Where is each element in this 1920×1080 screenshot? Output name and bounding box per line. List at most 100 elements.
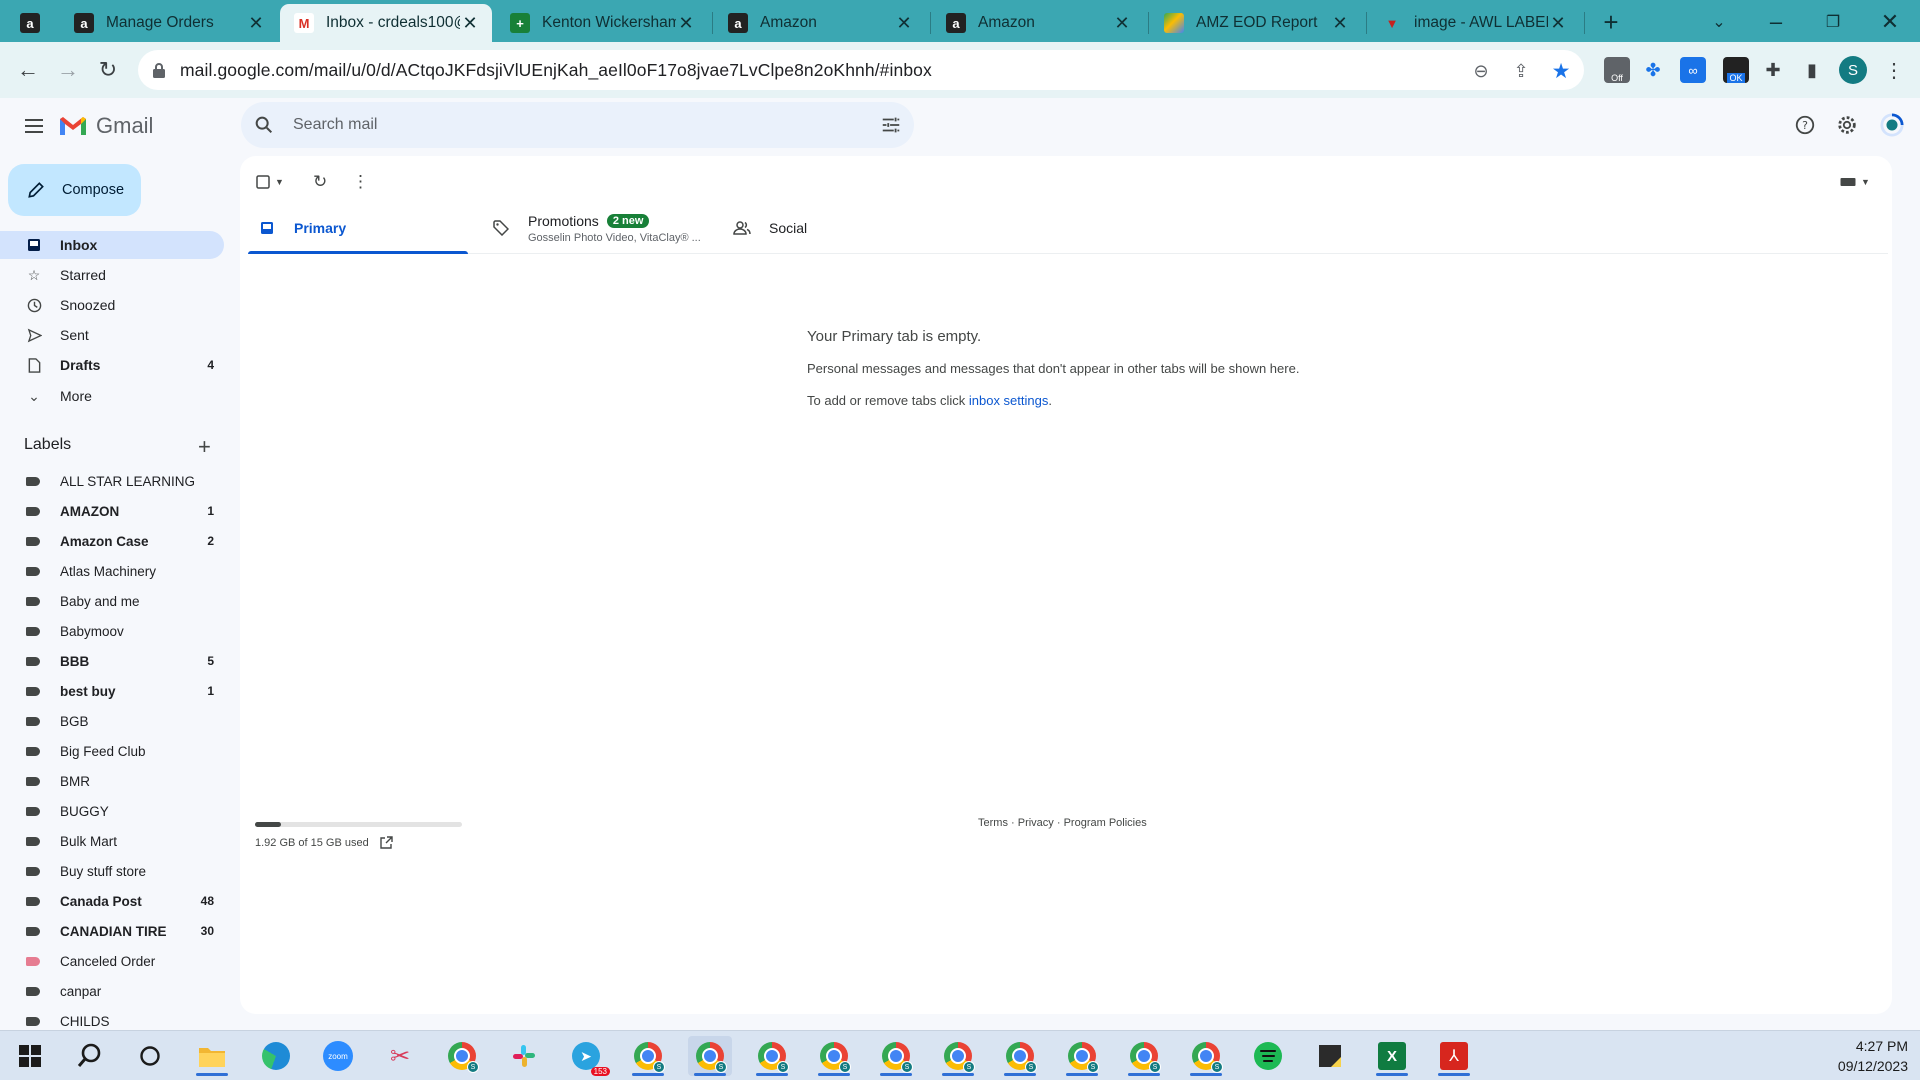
label-item[interactable]: ALL STAR LEARNING <box>0 467 224 495</box>
program-policies-link[interactable]: Program Policies <box>1064 817 1147 829</box>
slack-icon[interactable] <box>502 1036 546 1076</box>
inbox-settings-link[interactable]: inbox settings <box>969 393 1049 408</box>
gmail-logo[interactable]: Gmail <box>58 113 153 139</box>
label-item[interactable]: AMAZON 1 <box>0 497 224 525</box>
spotify-icon[interactable] <box>1246 1036 1290 1076</box>
restore-button[interactable]: ❐ <box>1819 8 1847 36</box>
split-pane-toggle[interactable]: ▼ <box>1840 170 1870 194</box>
help-icon[interactable]: ? <box>1793 113 1817 137</box>
browser-tab[interactable]: a Amazon ✕ <box>932 4 1144 42</box>
minimize-button[interactable]: – <box>1762 8 1790 36</box>
browser-tab[interactable]: AMZ EOD Report ✕ <box>1150 4 1362 42</box>
browser-tab[interactable]: a Manage Orders ✕ <box>60 4 278 42</box>
chrome-icon[interactable]: S <box>626 1036 670 1076</box>
tab-list-chevron-icon[interactable]: ⌄ <box>1705 8 1733 36</box>
chrome-icon[interactable]: S <box>812 1036 856 1076</box>
chrome-icon[interactable]: S <box>688 1036 732 1076</box>
acrobat-icon[interactable]: ⅄ <box>1432 1036 1476 1076</box>
tab-social[interactable]: Social <box>733 202 933 254</box>
forward-button[interactable]: → <box>54 56 82 84</box>
label-item[interactable]: BBB 5 <box>0 647 224 675</box>
label-item[interactable]: BGB <box>0 707 224 735</box>
telegram-icon[interactable]: ➤ 153 <box>564 1036 610 1076</box>
new-tab-button[interactable]: + <box>1597 7 1625 37</box>
search-options-icon[interactable] <box>880 114 902 136</box>
browser-tab[interactable]: a Amazon ✕ <box>714 4 926 42</box>
label-item[interactable]: Atlas Machinery <box>0 557 224 585</box>
nav-item-starred[interactable]: ☆ Starred <box>0 261 224 289</box>
label-item[interactable]: Baby and me <box>0 587 224 615</box>
reload-button[interactable]: ↻ <box>94 56 122 84</box>
label-item[interactable]: best buy 1 <box>0 677 224 705</box>
nav-item-more[interactable]: ⌄ More <box>0 382 224 410</box>
more-vert-icon[interactable]: ⋮ <box>352 170 369 194</box>
extensions-puzzle-icon[interactable]: ✚ <box>1760 57 1786 83</box>
nav-item-drafts[interactable]: Drafts 4 <box>0 351 224 379</box>
share-icon[interactable]: ⇪ <box>1510 60 1532 82</box>
main-menu-icon[interactable] <box>22 114 46 138</box>
label-item[interactable]: Amazon Case 2 <box>0 527 224 555</box>
nav-item-inbox[interactable]: Inbox <box>0 231 224 259</box>
terms-link[interactable]: Terms <box>978 817 1008 829</box>
select-all-checkbox[interactable]: ▼ <box>256 170 284 194</box>
chrome-icon[interactable]: S <box>1184 1036 1228 1076</box>
windows-start-icon[interactable] <box>8 1036 52 1076</box>
extension-off-icon[interactable]: Off <box>1604 57 1630 83</box>
settings-gear-icon[interactable] <box>1835 113 1859 137</box>
chrome-icon[interactable]: S <box>750 1036 794 1076</box>
label-item[interactable]: BUGGY <box>0 797 224 825</box>
label-item[interactable]: Big Feed Club <box>0 737 224 765</box>
refresh-icon[interactable]: ↻ <box>313 170 327 194</box>
chrome-icon[interactable]: S <box>1060 1036 1104 1076</box>
label-item[interactable]: CANADIAN TIRE 30 <box>0 917 224 945</box>
privacy-link[interactable]: Privacy <box>1018 817 1054 829</box>
file-explorer-icon[interactable] <box>190 1036 234 1076</box>
search-icon[interactable] <box>68 1036 112 1076</box>
extension-icon[interactable]: ✤ <box>1640 57 1666 83</box>
close-icon[interactable]: ✕ <box>460 13 480 34</box>
label-item[interactable]: Babymoov <box>0 617 224 645</box>
snipping-tool-icon[interactable]: ✂ <box>378 1036 422 1076</box>
label-item[interactable]: Canada Post 48 <box>0 887 224 915</box>
search-bar[interactable]: Search mail <box>241 102 914 148</box>
sticky-notes-icon[interactable] <box>1308 1036 1352 1076</box>
close-icon[interactable]: ✕ <box>894 13 914 34</box>
zoom-out-icon[interactable]: ⊖ <box>1470 60 1492 82</box>
label-item[interactable]: canpar <box>0 977 224 1005</box>
tab-promotions[interactable]: Promotions 2 new Gosselin Photo Video, V… <box>492 202 712 254</box>
nav-item-sent[interactable]: Sent <box>0 321 224 349</box>
zoom-icon[interactable]: zoom <box>316 1036 360 1076</box>
close-window-button[interactable]: ✕ <box>1876 8 1904 36</box>
bookmark-star-icon[interactable]: ★ <box>1550 60 1572 83</box>
address-bar[interactable]: mail.google.com/mail/u/0/d/ACtqoJKFdsjiV… <box>138 50 1584 90</box>
chrome-icon[interactable]: S <box>1122 1036 1166 1076</box>
close-icon[interactable]: ✕ <box>1330 13 1350 34</box>
side-panel-icon[interactable]: ▮ <box>1799 57 1825 83</box>
search-icon[interactable] <box>253 114 275 136</box>
search-input[interactable]: Search mail <box>293 116 377 134</box>
taskbar-clock[interactable]: 4:27 PM 09/12/2023 <box>1838 1036 1908 1076</box>
edge-icon[interactable] <box>254 1036 298 1076</box>
label-item[interactable]: Bulk Mart <box>0 827 224 855</box>
chrome-icon[interactable]: S <box>440 1036 484 1076</box>
profile-avatar[interactable]: S <box>1839 56 1867 84</box>
label-item[interactable]: Canceled Order <box>0 947 224 975</box>
tab-search-button[interactable]: a <box>20 4 40 42</box>
chrome-menu-icon[interactable]: ⋮ <box>1880 56 1908 84</box>
chrome-icon[interactable]: S <box>874 1036 918 1076</box>
close-icon[interactable]: ✕ <box>1112 13 1132 34</box>
extension-ok-icon[interactable]: OK <box>1723 57 1749 83</box>
compose-button[interactable]: Compose <box>8 164 141 216</box>
close-icon[interactable]: ✕ <box>246 13 266 34</box>
label-item[interactable]: Buy stuff store <box>0 857 224 885</box>
browser-tab[interactable]: ▼ image - AWL LABEL ✕ <box>1368 4 1580 42</box>
browser-tab-active[interactable]: M Inbox - crdeals100@ ✕ <box>280 4 492 42</box>
nav-item-snoozed[interactable]: Snoozed <box>0 291 224 319</box>
excel-icon[interactable]: X <box>1370 1036 1414 1076</box>
browser-tab[interactable]: + Kenton Wickersham ✕ <box>496 4 708 42</box>
cortana-icon[interactable] <box>128 1036 172 1076</box>
open-in-new-icon[interactable] <box>379 836 393 850</box>
label-item[interactable]: BMR <box>0 767 224 795</box>
chrome-icon[interactable]: S <box>998 1036 1042 1076</box>
chrome-icon[interactable]: S <box>936 1036 980 1076</box>
